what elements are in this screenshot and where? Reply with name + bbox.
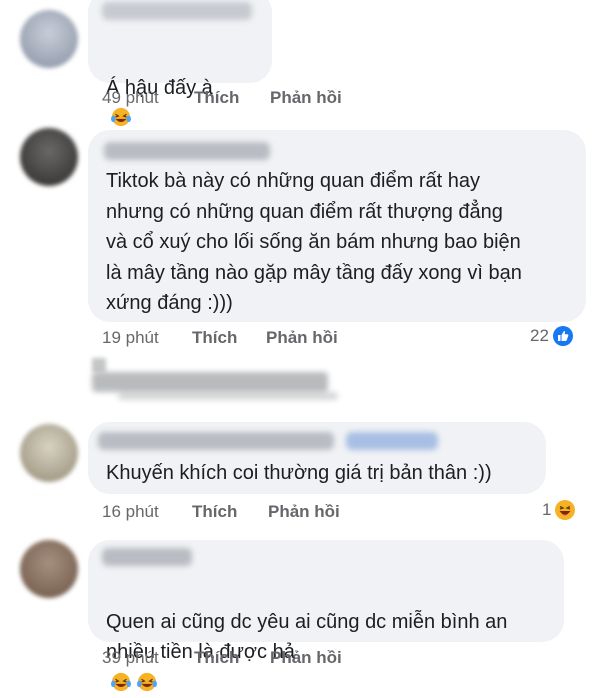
reply-button[interactable]: Phản hồi [266, 328, 338, 348]
avatar[interactable] [20, 128, 78, 186]
reply-button[interactable]: Phản hồi [270, 648, 342, 668]
reaction-summary[interactable]: 22 [530, 326, 573, 346]
haha-icon [555, 500, 576, 520]
laughing-tears-emoji-icon [111, 107, 131, 127]
like-button[interactable]: Thích [192, 502, 237, 522]
comment-meta: 16 phút Thích Phản hồi [102, 502, 402, 524]
reaction-summary[interactable]: 1 [542, 500, 576, 520]
reaction-count: 22 [530, 326, 549, 345]
comment-text: Tiktok bà này có những quan điểm rất hay… [106, 170, 522, 314]
avatar[interactable] [20, 10, 78, 68]
comment-meta: 39 phút Thích Phản hồi [102, 648, 402, 670]
comment-text: Quen ai cũng dc yêu ai cũng dc miễn bình… [106, 576, 507, 698]
author-name-blurred[interactable] [104, 142, 270, 160]
timestamp[interactable]: 19 phút [102, 328, 159, 348]
avatar[interactable] [20, 424, 78, 482]
like-button[interactable]: Thích [194, 648, 239, 668]
avatar[interactable] [20, 540, 78, 598]
author-name-blurred[interactable] [102, 548, 192, 566]
author-name-blurred[interactable] [98, 432, 334, 450]
comment-meta: 19 phút Thích Phản hồi [102, 328, 402, 350]
author-tag-blurred[interactable] [346, 432, 438, 450]
reply-button[interactable]: Phản hồi [268, 502, 340, 522]
laughing-tears-emoji-icon [137, 672, 157, 691]
reply-button[interactable]: Phản hồi [270, 88, 342, 108]
timestamp[interactable]: 39 phút [102, 648, 159, 668]
comment-meta: 49 phút Thích Phản hồi [102, 88, 402, 110]
timestamp[interactable]: 16 phút [102, 502, 159, 522]
reply-preview-blurred [118, 392, 338, 400]
comment-text: Khuyến khích coi thường giá trị bản thân… [106, 462, 492, 484]
like-button[interactable]: Thích [192, 328, 237, 348]
laughing-tears-emoji-icon [111, 672, 131, 691]
reaction-count: 1 [542, 500, 552, 519]
reply-preview-blurred [92, 372, 328, 392]
like-button[interactable]: Thích [194, 88, 239, 108]
like-icon [552, 326, 573, 346]
author-name-blurred[interactable] [102, 2, 252, 20]
timestamp[interactable]: 49 phút [102, 88, 159, 108]
